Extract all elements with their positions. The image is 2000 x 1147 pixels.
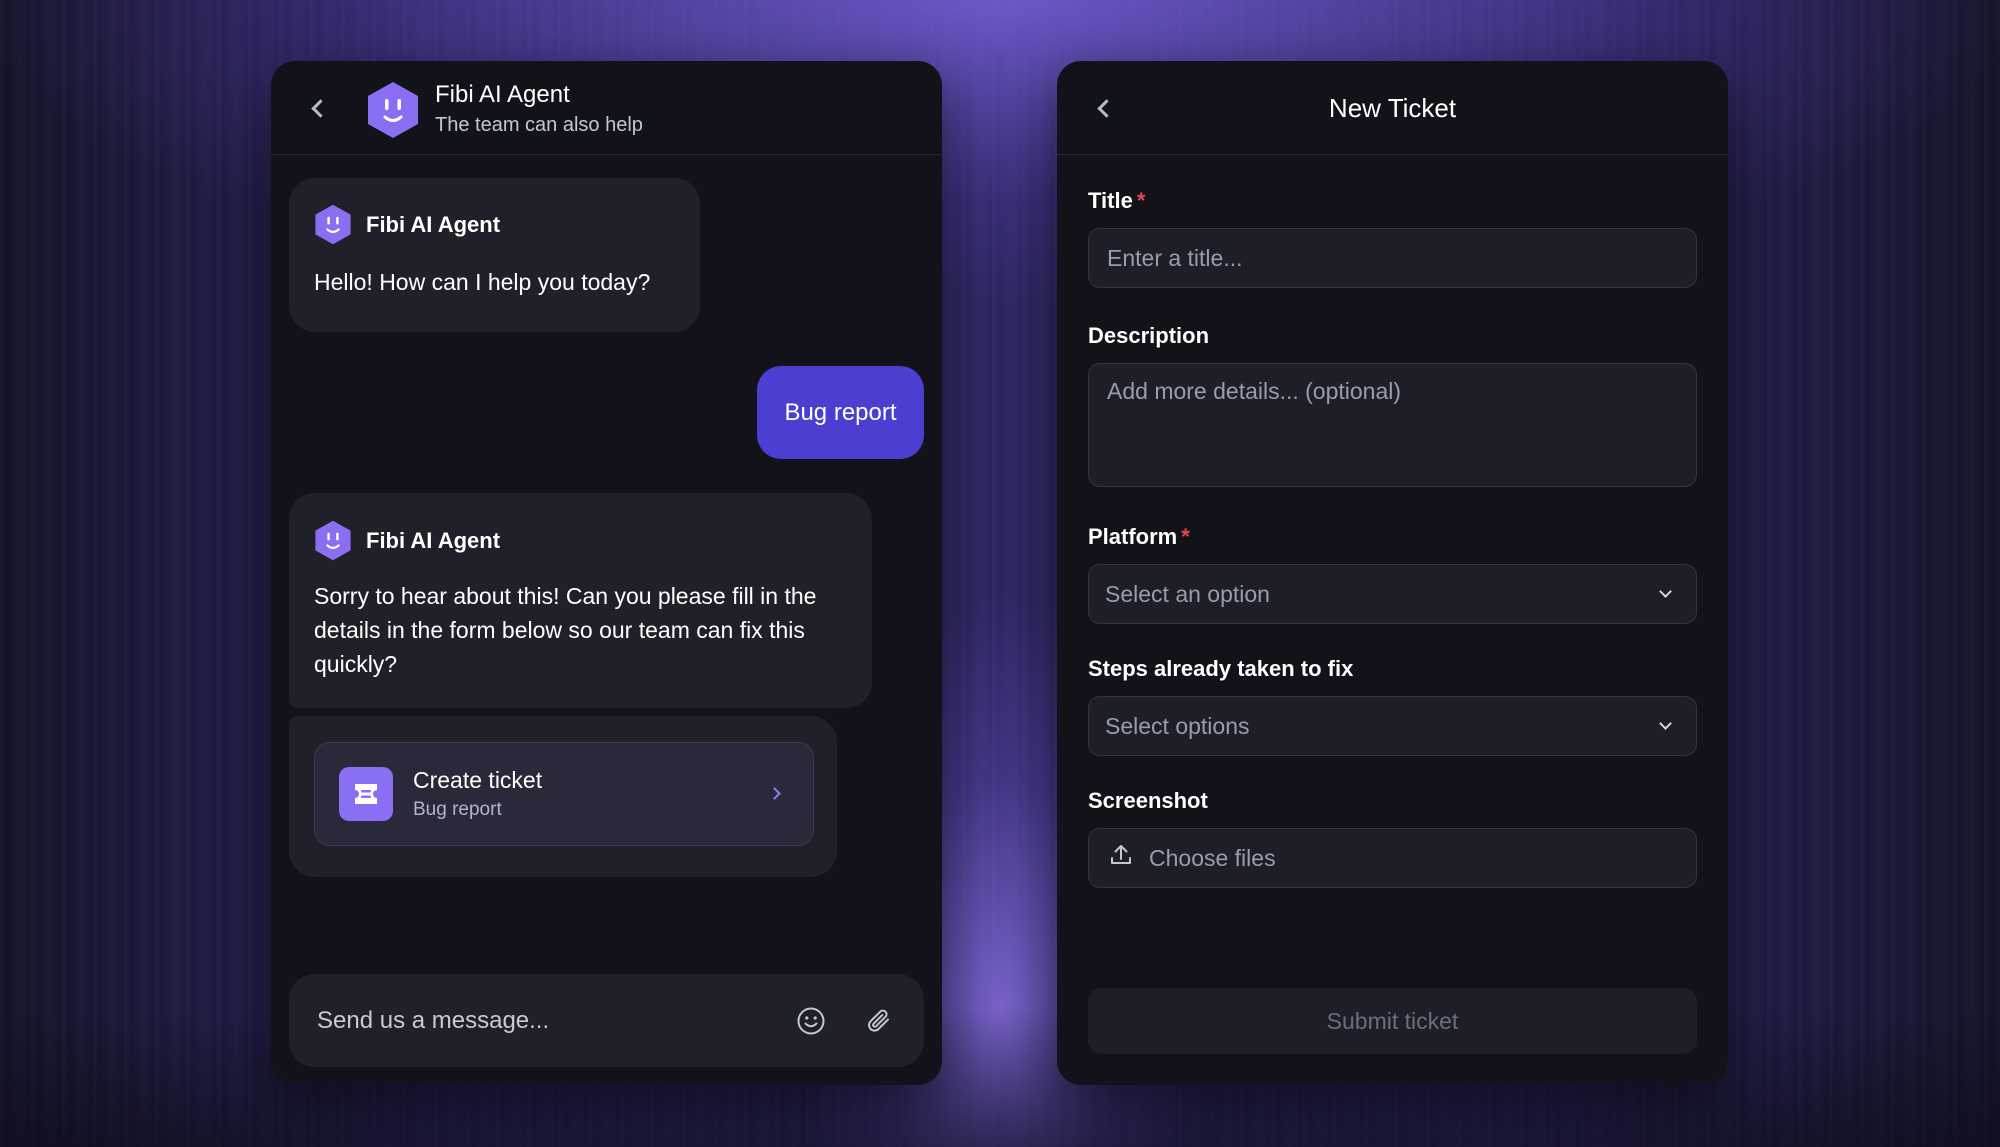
agent-avatar-icon <box>314 520 352 561</box>
ticket-card-subtitle: Bug report <box>413 799 502 820</box>
agent-avatar-icon <box>366 81 420 139</box>
description-label: Description <box>1088 323 1210 348</box>
chevron-down-icon <box>1659 717 1672 730</box>
steps-select[interactable]: Select options <box>1088 696 1697 756</box>
upload-icon <box>1109 843 1133 873</box>
platform-label-text: Platform <box>1088 524 1178 549</box>
message-text: Sorry to hear about this! Can you please… <box>314 583 817 677</box>
chat-back-button[interactable] <box>307 97 329 119</box>
submit-ticket-button[interactable]: Submit ticket <box>1088 988 1697 1054</box>
steps-field-group: Steps already taken to fix Select option… <box>1088 656 1697 756</box>
ticket-header: New Ticket <box>1057 61 1728 155</box>
required-marker: * <box>1136 188 1146 213</box>
ticket-form: Title* Description Platform* Select an o… <box>1088 155 1697 888</box>
ticket-panel: New Ticket Title* Description Platform* … <box>1057 61 1728 1085</box>
create-ticket-card[interactable]: Create ticket Bug report <box>314 742 814 846</box>
screenshot-field-group: Screenshot Choose files <box>1088 788 1697 888</box>
ticket-icon <box>339 767 393 821</box>
choose-files-label: Choose files <box>1149 844 1276 871</box>
message-composer <box>289 974 924 1067</box>
sender-name: Fibi AI Agent <box>366 527 501 553</box>
ticket-back-button[interactable] <box>1093 97 1115 119</box>
required-marker: * <box>1181 524 1190 549</box>
title-field-group: Title * <box>1088 188 1697 288</box>
message-text: Hello! How can I help you today? <box>314 269 651 295</box>
ticket-card-container: Create ticket Bug report <box>289 716 837 877</box>
agent-message: Fibi AI Agent Sorry to hear about this! … <box>289 493 872 708</box>
screenshot-label: Screenshot <box>1088 788 1208 813</box>
chat-subtitle: The team can also help <box>435 114 643 136</box>
steps-label: Steps already taken to fix <box>1088 656 1354 681</box>
message-sender: Fibi AI Agent <box>314 520 847 561</box>
chevron-right-icon <box>768 787 781 800</box>
platform-label: Platform * <box>1088 524 1697 550</box>
emoji-icon[interactable] <box>794 1004 828 1038</box>
ticket-title: New Ticket <box>1328 92 1457 123</box>
paperclip-icon[interactable] <box>862 1004 896 1038</box>
message-sender: Fibi AI Agent <box>314 204 675 245</box>
description-field-group: Description <box>1088 323 1697 492</box>
message-input[interactable] <box>317 1006 760 1035</box>
chevron-down-icon <box>1659 585 1672 598</box>
platform-select-value: Select an option <box>1105 580 1270 607</box>
platform-select[interactable]: Select an option <box>1088 564 1697 624</box>
sender-name: Fibi AI Agent <box>366 211 501 237</box>
user-message: Bug report <box>757 366 924 459</box>
ticket-card-text: Create ticket Bug report <box>413 765 542 823</box>
title-label: Title * <box>1088 188 1697 214</box>
chat-panel: Fibi AI Agent The team can also help Fib… <box>271 61 942 1085</box>
platform-field-group: Platform * Select an option <box>1088 524 1697 624</box>
title-label-text: Title <box>1088 188 1133 213</box>
ticket-card-title: Create ticket <box>413 767 543 793</box>
choose-files-button[interactable]: Choose files <box>1088 828 1697 888</box>
chat-header: Fibi AI Agent The team can also help <box>271 61 942 155</box>
description-textarea[interactable] <box>1088 363 1697 487</box>
title-input[interactable] <box>1088 228 1697 288</box>
steps-select-value: Select options <box>1105 712 1250 739</box>
chat-title: Fibi AI Agent <box>435 81 570 108</box>
agent-message: Fibi AI Agent Hello! How can I help you … <box>289 178 700 332</box>
agent-avatar-icon <box>314 204 352 245</box>
chat-header-text: Fibi AI Agent The team can also help <box>435 80 643 138</box>
